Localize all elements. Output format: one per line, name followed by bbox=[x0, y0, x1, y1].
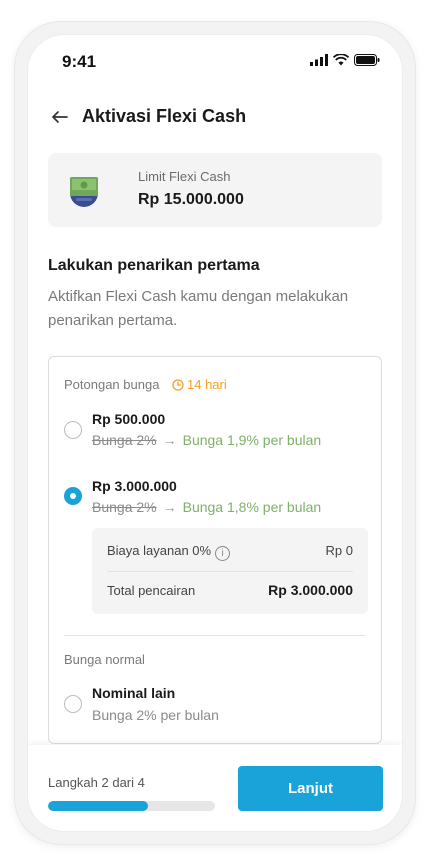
fee-value: Rp 0 bbox=[325, 543, 353, 558]
total-label: Total pencairan bbox=[107, 583, 196, 598]
progress-track bbox=[48, 801, 215, 811]
info-icon[interactable]: i bbox=[215, 546, 231, 561]
section-description: Aktifkan Flexi Cash kamu dengan melakuka… bbox=[48, 288, 349, 329]
progress-fill bbox=[48, 801, 149, 811]
phone-screen: 9:41 Aktivasi Flexi Cash Limit Flexi Cas… bbox=[28, 35, 402, 831]
arrow-right-icon: → bbox=[162, 499, 177, 515]
promo-badge: 14 hari bbox=[172, 377, 227, 392]
withdrawal-options-card: Potongan bunga 14 hari Rp 500.000 Bunga … bbox=[48, 356, 382, 744]
section-title: Lakukan penarikan pertama bbox=[48, 257, 260, 274]
promo-group-label: Potongan bunga bbox=[64, 377, 160, 392]
step-indicator: Langkah 2 dari 4 bbox=[48, 775, 145, 790]
back-arrow-icon[interactable] bbox=[50, 107, 70, 127]
option-amount: Nominal lain bbox=[92, 685, 176, 701]
option-rate: Bunga 2% per bulan bbox=[92, 707, 219, 723]
wifi-icon bbox=[333, 54, 349, 66]
option-radio-custom[interactable] bbox=[64, 695, 82, 713]
fee-label: Biaya layanan 0% bbox=[107, 543, 212, 558]
page-title: Aktivasi Flexi Cash bbox=[82, 106, 247, 126]
group-divider bbox=[64, 635, 366, 636]
new-rate: Bunga 1,9% per bulan bbox=[182, 432, 322, 448]
fee-row: Biaya layanan 0% i Rp 0 bbox=[107, 543, 353, 561]
option-amount: Rp 3.000.000 bbox=[92, 478, 177, 494]
arrow-right-icon: → bbox=[162, 432, 177, 448]
limit-card: Limit Flexi Cash Rp 15.000.000 bbox=[48, 153, 382, 227]
new-rate: Bunga 1,8% per bulan bbox=[182, 499, 322, 515]
option-radio-500000[interactable] bbox=[64, 421, 82, 439]
cash-icon bbox=[70, 177, 98, 207]
total-value: Rp 3.000.000 bbox=[268, 582, 353, 598]
old-rate: Bunga 2% bbox=[92, 499, 157, 515]
option-rate: Bunga 2% → Bunga 1,9% per bulan bbox=[92, 432, 321, 448]
normal-group-label: Bunga normal bbox=[64, 652, 145, 667]
old-rate: Bunga 2% bbox=[92, 432, 157, 448]
withdrawal-detail-box: Biaya layanan 0% i Rp 0 Total pencairan R… bbox=[92, 528, 368, 614]
promo-badge-text: 14 hari bbox=[187, 377, 227, 392]
limit-label: Limit Flexi Cash bbox=[138, 169, 231, 184]
app-header: Aktivasi Flexi Cash bbox=[28, 103, 402, 135]
signal-icon bbox=[310, 54, 328, 66]
status-time: 9:41 bbox=[62, 52, 97, 71]
next-button[interactable]: Lanjut bbox=[238, 766, 383, 811]
bottom-bar: Langkah 2 dari 4 Lanjut bbox=[28, 745, 402, 831]
battery-icon bbox=[354, 54, 380, 66]
total-row: Total pencairan Rp 3.000.000 bbox=[107, 582, 353, 598]
option-amount: Rp 500.000 bbox=[92, 411, 166, 427]
clock-icon bbox=[172, 378, 184, 391]
detail-divider bbox=[107, 571, 353, 572]
option-radio-3000000[interactable] bbox=[64, 487, 82, 505]
status-icons bbox=[310, 54, 380, 66]
status-bar: 9:41 bbox=[28, 35, 402, 85]
limit-value: Rp 15.000.000 bbox=[138, 191, 244, 208]
option-rate: Bunga 2% → Bunga 1,8% per bulan bbox=[92, 499, 321, 515]
